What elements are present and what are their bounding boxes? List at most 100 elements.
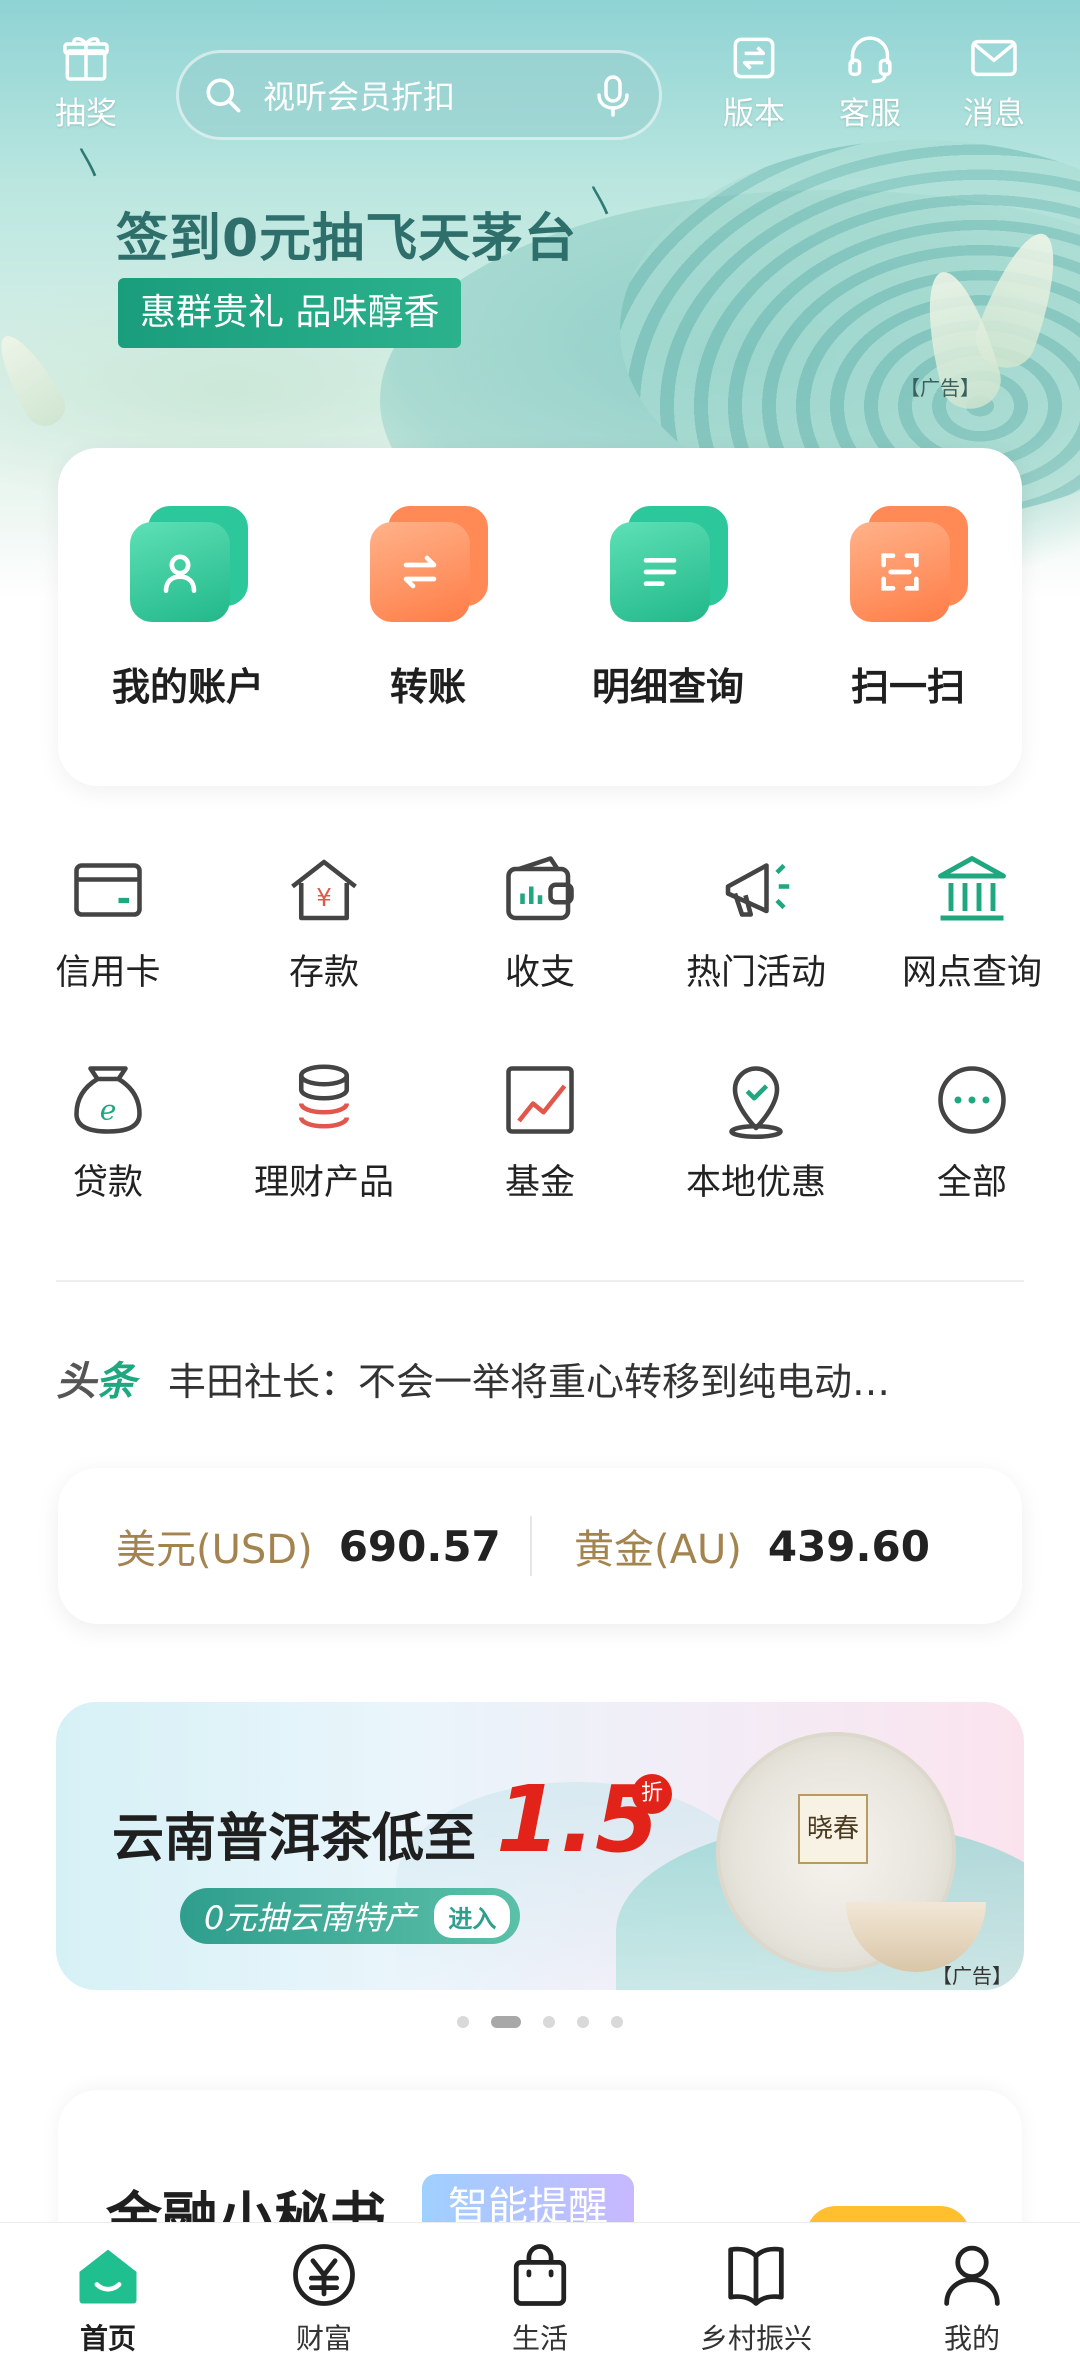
top-bar: 抽奖 视听会员折扣 版本 客服 消息 — [0, 22, 1080, 142]
tab-life[interactable]: 生活 — [432, 2237, 648, 2357]
details-icon — [610, 506, 728, 622]
headset-icon — [848, 36, 892, 84]
wealth-products-button[interactable]: 理财产品 — [216, 1058, 432, 1205]
bird-decoration: 〵 — [586, 186, 616, 221]
more-icon — [938, 1066, 1006, 1134]
rates-card[interactable]: 美元(USD) 690.57 黄金(AU) 439.60 — [58, 1468, 1022, 1624]
shopping-bag-icon — [513, 2244, 567, 2306]
grid-item-label: 理财产品 — [253, 1163, 394, 1203]
banner-title: 云南普洱茶低至 — [112, 1809, 477, 1869]
svg-text:¥: ¥ — [316, 883, 332, 912]
grid-item-label: 网点查询 — [901, 953, 1042, 993]
wealth-icon — [293, 2244, 355, 2306]
income-expense-button[interactable]: 收支 — [432, 848, 648, 995]
grid-item-label: 本地优惠 — [685, 1163, 826, 1203]
version-switch-icon — [733, 37, 775, 79]
banner-discount-unit: 折 — [632, 1774, 672, 1814]
tab-label: 生活 — [511, 2322, 568, 2355]
tab-wealth[interactable]: 财富 — [216, 2237, 432, 2357]
local-offers-button[interactable]: 本地优惠 — [648, 1058, 864, 1205]
tea-ad-banner[interactable]: 晓春 云南普洱茶低至 1.5 折 0元抽云南特产 进入 【广告】 — [56, 1702, 1024, 1990]
microphone-icon[interactable] — [589, 71, 637, 119]
quick-actions-card: 我的账户 转账 明细查询 扫一扫 — [58, 448, 1022, 786]
bird-decoration: 〵 — [74, 148, 104, 183]
bottom-tab-bar: 首页 财富 生活 乡村振兴 我的 — [0, 2222, 1080, 2366]
search-placeholder: 视听会员折扣 — [263, 78, 456, 116]
grid-item-label: 基金 — [504, 1163, 575, 1203]
banner-enter-button[interactable]: 进入 — [434, 1894, 511, 1938]
messages-button[interactable]: 消息 — [944, 30, 1044, 133]
customer-service-button[interactable]: 客服 — [820, 30, 920, 133]
carousel-dots — [0, 2014, 1080, 2030]
rate-value: 690.57 — [338, 1521, 501, 1571]
headline-text: 丰田社长：不会一举将重心转移到纯电动… — [168, 1359, 891, 1404]
service-label: 客服 — [839, 96, 901, 132]
tab-label: 首页 — [79, 2322, 136, 2355]
grid-item-label: 收支 — [504, 953, 575, 993]
scan-icon — [850, 506, 968, 622]
headline-tag-suffix: 条 — [96, 1359, 136, 1405]
book-icon — [728, 2246, 784, 2306]
carousel-dot[interactable] — [457, 2016, 469, 2028]
svg-text:e: e — [100, 1093, 117, 1126]
quick-action-label: 扫一扫 — [850, 665, 965, 709]
search-bar[interactable]: 视听会员折扣 — [176, 50, 662, 140]
rate-name: 黄金(AU) — [574, 1527, 742, 1573]
rate-divider — [530, 1516, 532, 1576]
usd-rate[interactable]: 美元(USD) 690.57 — [116, 1468, 501, 1624]
hero-ad-tag: 惠群贵礼 品味醇香 — [118, 278, 462, 348]
carousel-dot[interactable] — [611, 2016, 623, 2028]
headline-news[interactable]: 头条 丰田社长：不会一举将重心转移到纯电动… — [56, 1348, 1024, 1408]
location-pin-icon — [729, 1066, 783, 1140]
details-query-button[interactable]: 明细查询 — [548, 506, 788, 711]
lottery-button[interactable]: 抽奖 — [36, 30, 136, 133]
transfer-icon — [370, 506, 488, 622]
gold-rate[interactable]: 黄金(AU) 439.60 — [574, 1468, 930, 1624]
tab-label: 我的 — [943, 2322, 1000, 2355]
ad-mark: 【广告】 — [900, 376, 980, 400]
loan-button[interactable]: e 贷款 — [0, 1058, 216, 1205]
profile-icon — [944, 2245, 1000, 2306]
account-icon — [130, 506, 248, 622]
ad-mark: 【广告】 — [932, 1964, 1012, 1988]
fund-chart-icon — [506, 1066, 574, 1134]
tab-profile[interactable]: 我的 — [864, 2237, 1080, 2357]
quick-action-label: 我的账户 — [111, 665, 264, 709]
branch-query-button[interactable]: 网点查询 — [864, 848, 1080, 995]
credit-card-button[interactable]: 信用卡 — [0, 848, 216, 995]
carousel-dot[interactable] — [577, 2016, 589, 2028]
all-services-button[interactable]: 全部 — [864, 1058, 1080, 1205]
grid-item-label: 热门活动 — [685, 953, 826, 993]
home-icon — [79, 2249, 137, 2304]
deposit-button[interactable]: ¥ 存款 — [216, 848, 432, 995]
scan-button[interactable]: 扫一扫 — [788, 506, 1028, 711]
lottery-label: 抽奖 — [55, 96, 117, 132]
tab-label: 乡村振兴 — [699, 2322, 812, 2355]
tab-rural-revitalization[interactable]: 乡村振兴 — [648, 2237, 864, 2357]
headline-tag: 头条 — [56, 1349, 136, 1407]
loan-bag-icon: e — [74, 1066, 142, 1134]
tab-home[interactable]: 首页 — [0, 2237, 216, 2357]
tab-label: 财富 — [295, 2322, 352, 2355]
rate-name: 美元(USD) — [116, 1527, 313, 1573]
version-label: 版本 — [723, 96, 785, 132]
carousel-dot-active[interactable] — [491, 2016, 521, 2028]
grid-item-label: 信用卡 — [55, 953, 161, 993]
search-icon — [206, 78, 241, 113]
grid-item-label: 全部 — [936, 1163, 1007, 1203]
banner-promo-pill[interactable]: 0元抽云南特产 进入 — [180, 1888, 521, 1944]
my-account-button[interactable]: 我的账户 — [68, 506, 308, 711]
fund-button[interactable]: 基金 — [432, 1058, 648, 1205]
carousel-dot[interactable] — [543, 2016, 555, 2028]
quick-action-label: 明细查询 — [591, 665, 744, 709]
tea-cake-label: 晓春 — [798, 1794, 868, 1864]
headline-tag-prefix: 头 — [56, 1359, 96, 1405]
transfer-button[interactable]: 转账 — [308, 506, 548, 711]
hot-activities-button[interactable]: 热门活动 — [648, 848, 864, 995]
section-divider — [56, 1280, 1024, 1282]
banner-pill-text: 0元抽云南特产 — [204, 1899, 417, 1937]
rate-value: 439.60 — [767, 1521, 930, 1571]
version-button[interactable]: 版本 — [704, 30, 804, 133]
megaphone-icon — [725, 863, 790, 917]
mail-icon — [971, 39, 1017, 77]
